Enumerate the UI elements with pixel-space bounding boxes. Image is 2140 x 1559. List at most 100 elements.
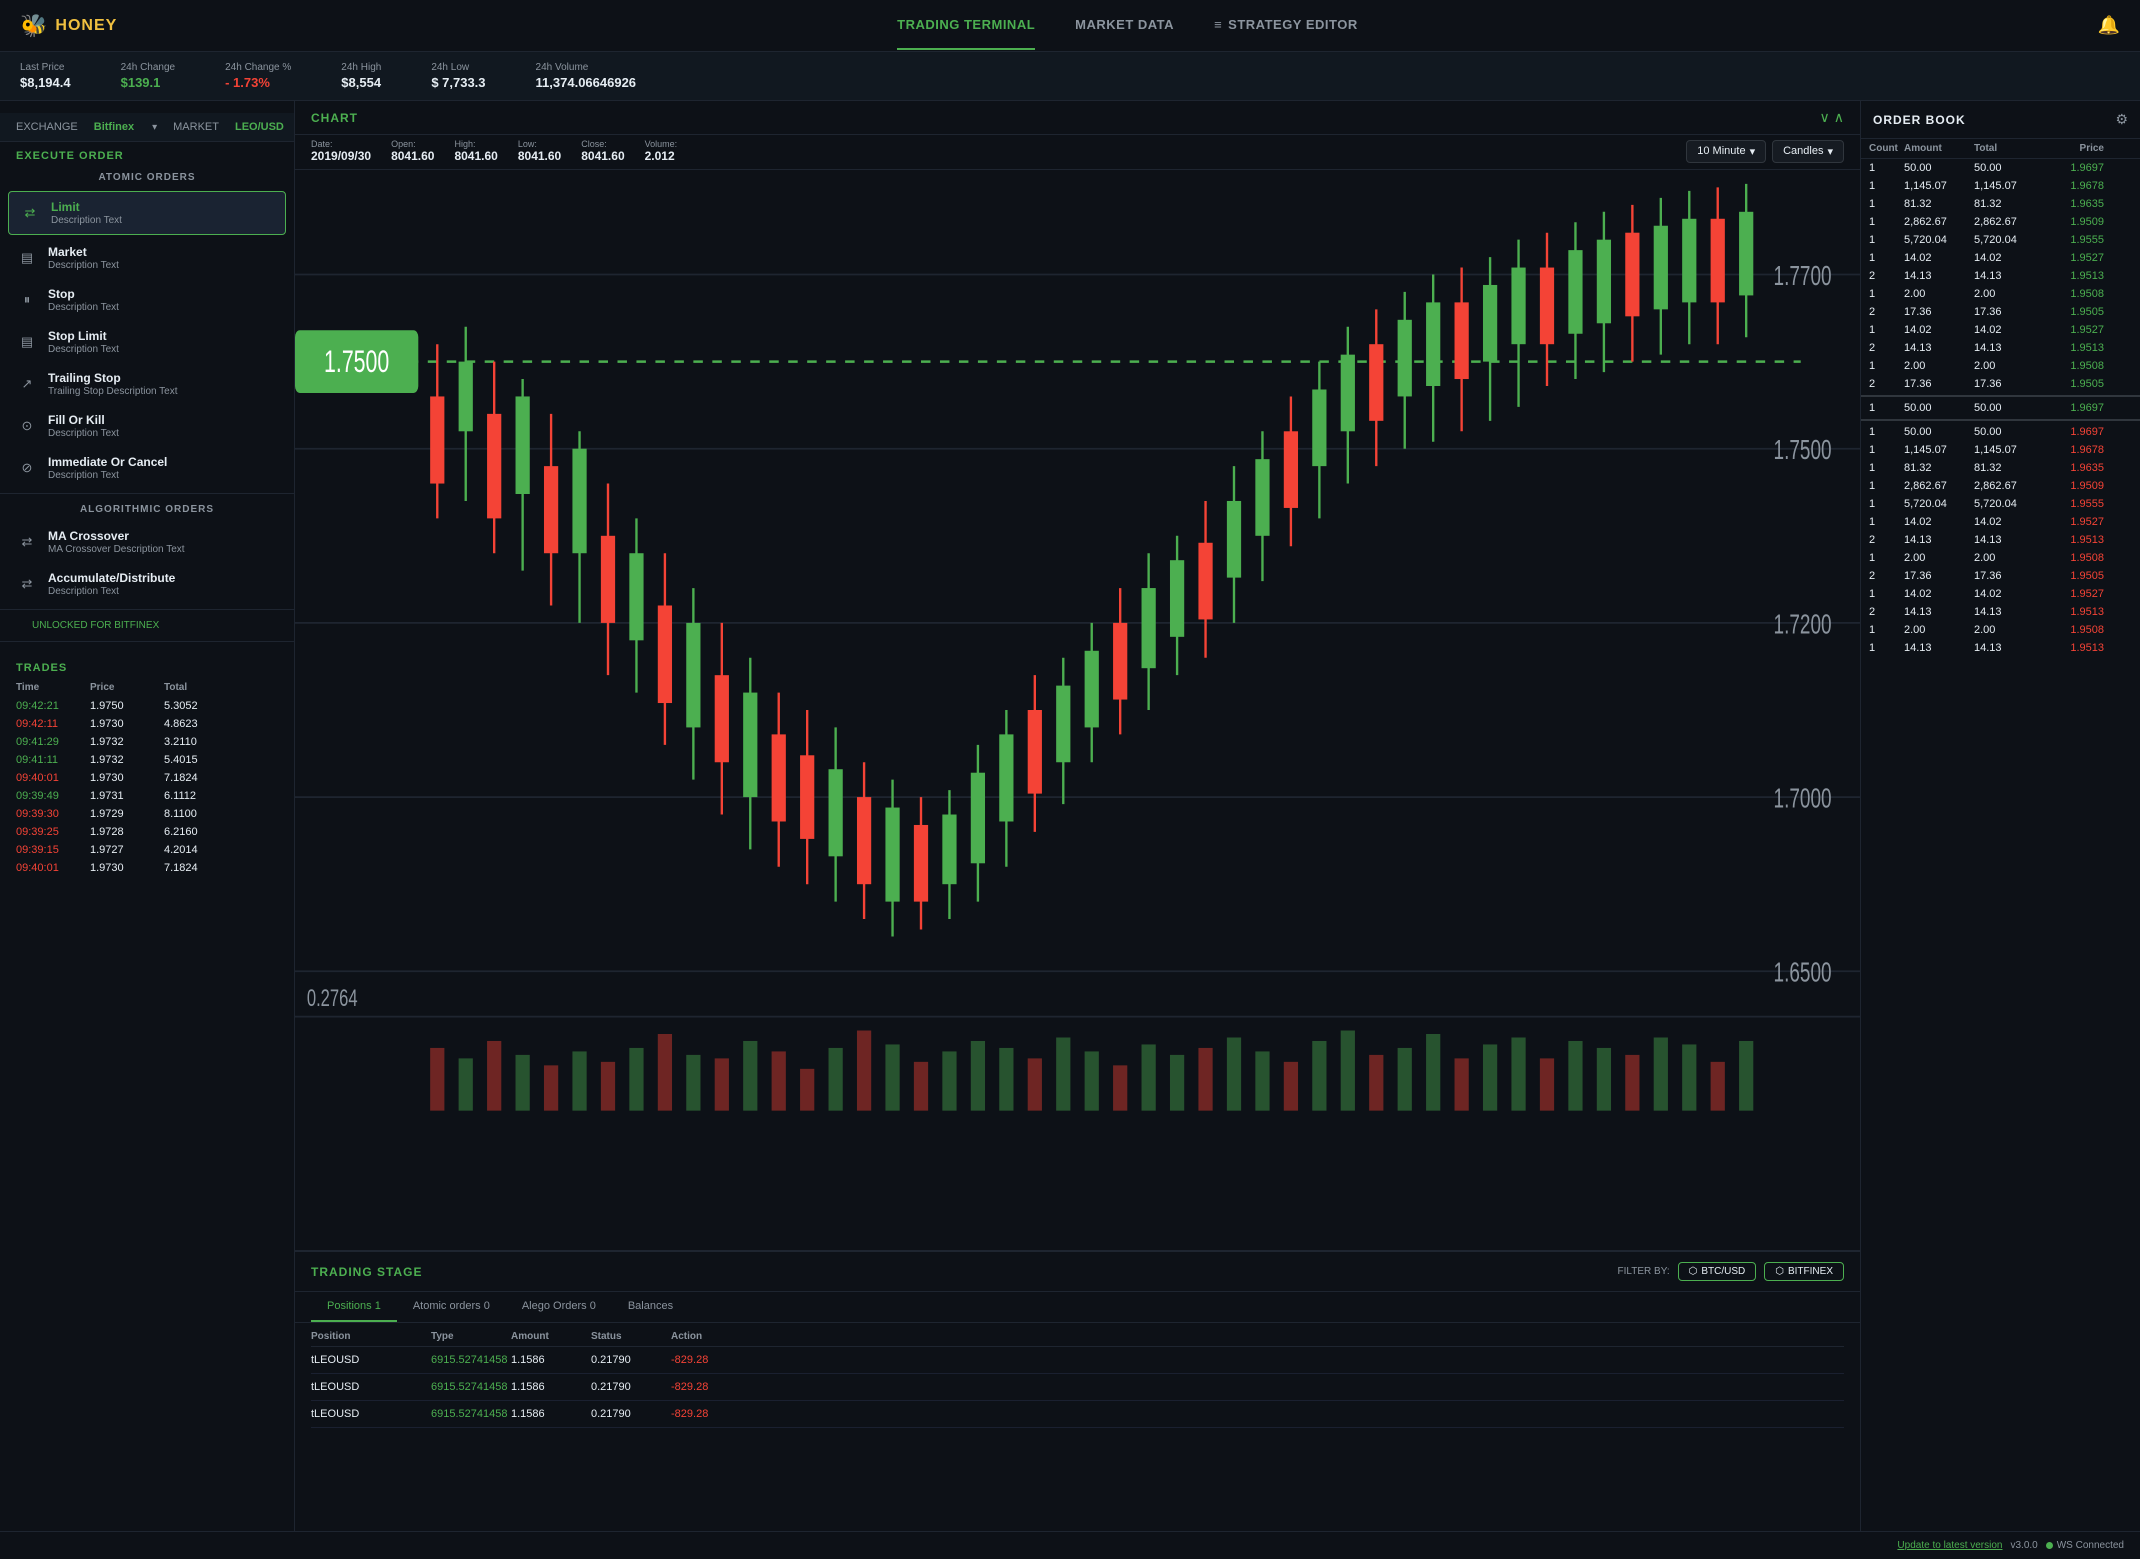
stop-text: Stop Description Text (48, 287, 119, 313)
high-value-chart: 8041.60 (454, 149, 497, 163)
low-value-chart: 8041.60 (518, 149, 561, 163)
svg-text:1.7200: 1.7200 (1774, 609, 1832, 641)
ob-price: 1.9527 (2044, 516, 2104, 528)
ma-crossover-desc: MA Crossover Description Text (48, 544, 185, 555)
order-item-market[interactable]: ▤ Market Description Text (0, 237, 294, 279)
limit-name: Limit (51, 200, 122, 214)
ob-total: 81.32 (1974, 462, 2044, 474)
ob-total: 1,145.07 (1974, 180, 2044, 192)
trades-title: TRADES (0, 654, 294, 678)
tab-positions[interactable]: Positions 1 (311, 1292, 397, 1322)
col-amount: Amount (511, 1331, 591, 1342)
trailing-stop-desc: Trailing Stop Description Text (48, 386, 178, 397)
tab-strategy-label: STRATEGY EDITOR (1228, 17, 1358, 32)
unlocked-text: UNLOCKED FOR BITFINEX (16, 618, 175, 633)
ob-price: 1.9505 (2044, 570, 2104, 582)
ohlcv-bar: Date: 2019/09/30 Open: 8041.60 High: 804… (295, 135, 1860, 170)
trades-col-time: Time (16, 682, 86, 693)
bell-icon[interactable]: 🔔 (2098, 15, 2120, 35)
accumulate-text: Accumulate/Distribute Description Text (48, 571, 175, 597)
order-item-stop-limit[interactable]: ▤ Stop Limit Description Text (0, 321, 294, 363)
ob-total: 81.32 (1974, 198, 2044, 210)
ob-count: 1 (1869, 324, 1904, 336)
ob-total: 17.36 (1974, 378, 2044, 390)
trade-total: 6.1112 (164, 790, 234, 802)
ob-count: 1 (1869, 642, 1904, 654)
trade-total: 4.8623 (164, 718, 234, 730)
change-label: 24h Change (121, 62, 176, 73)
last-price-value: $8,194.4 (20, 75, 71, 90)
timeframe-button[interactable]: 10 Minute ▾ (1686, 140, 1766, 163)
ob-row: 1 2,862.67 2,862.67 1.9509 (1861, 477, 2140, 495)
update-link[interactable]: Update to latest version (1897, 1540, 2002, 1551)
tab-strategy[interactable]: ≡ STRATEGY EDITOR (1214, 1, 1358, 50)
ob-row: 1 14.02 14.02 1.9527 (1861, 249, 2140, 267)
svg-text:1.6500: 1.6500 (1774, 957, 1832, 989)
tab-atomic-orders[interactable]: Atomic orders 0 (397, 1292, 506, 1322)
ob-amount: 1,145.07 (1904, 180, 1974, 192)
ob-price: 1.9697 (2044, 162, 2104, 174)
svg-text:1.7700: 1.7700 (1774, 260, 1832, 292)
stat-volume: 24h Volume 11,374.06646926 (536, 62, 637, 90)
ob-col-price: Price (2044, 143, 2104, 154)
order-item-fill-or-kill[interactable]: ⊙ Fill Or Kill Description Text (0, 405, 294, 447)
exchange-dropdown-icon[interactable]: ▾ (152, 122, 157, 133)
trade-price: 1.9727 (90, 844, 160, 856)
trade-row: 09:41:11 1.9732 5.4015 (0, 751, 294, 769)
trade-time: 09:40:01 (16, 772, 86, 784)
ob-price: 1.9635 (2044, 462, 2104, 474)
nav-tabs: TRADING TERMINAL MARKET DATA ≡ STRATEGY … (157, 1, 2097, 50)
chart-canvas[interactable]: 1.7500 1.7700 1.7500 1.7200 1.7000 1.650… (295, 170, 1860, 1250)
filter-btc-button[interactable]: ⬡ BTC/USD (1678, 1262, 1757, 1281)
trading-stage-title: TRADING STAGE (311, 1265, 422, 1279)
chart-expand-icon[interactable]: ∧ (1834, 109, 1844, 126)
ob-amount: 14.02 (1904, 252, 1974, 264)
ohlcv-date: Date: 2019/09/30 (311, 139, 371, 163)
exchange-label: EXCHANGE (16, 121, 78, 133)
stop-name: Stop (48, 287, 119, 301)
low-label-chart: Low: (518, 139, 561, 149)
ob-row: 1 2.00 2.00 1.9508 (1861, 357, 2140, 375)
limit-desc: Description Text (51, 215, 122, 226)
ob-total: 14.02 (1974, 516, 2044, 528)
ob-price: 1.9635 (2044, 198, 2104, 210)
stat-change: 24h Change $139.1 (121, 62, 176, 90)
market-value[interactable]: LEO/USD (235, 121, 284, 133)
center-panel: CHART ∨ ∧ Date: 2019/09/30 Open: 8041.60 (295, 101, 1860, 1531)
order-item-ma-crossover[interactable]: ⇄ MA Crossover MA Crossover Description … (0, 521, 294, 563)
tab-alego-orders[interactable]: Alego Orders 0 (506, 1292, 612, 1322)
volume-label: 24h Volume (536, 62, 637, 73)
trades-col-total: Total (164, 682, 234, 693)
candlestick-chart: 1.7500 1.7700 1.7500 1.7200 1.7000 1.650… (295, 170, 1860, 1250)
order-item-ioc[interactable]: ⊘ Immediate Or Cancel Description Text (0, 447, 294, 489)
ob-amount: 2,862.67 (1904, 216, 1974, 228)
positions-table: Position Type Amount Status Action tLEOU… (295, 1323, 1860, 1531)
timeframe-value: 10 Minute (1697, 145, 1745, 157)
tab-balances[interactable]: Balances (612, 1292, 689, 1322)
trade-total: 5.4015 (164, 754, 234, 766)
order-item-limit[interactable]: ⇄ Limit Description Text (8, 191, 286, 235)
order-item-stop[interactable]: ⏸ Stop Description Text (0, 279, 294, 321)
change-value: $139.1 (121, 75, 176, 90)
chart-arrows: ∨ ∧ (1820, 109, 1845, 126)
order-item-trailing-stop[interactable]: ↗ Trailing Stop Trailing Stop Descriptio… (0, 363, 294, 405)
exchange-value[interactable]: Bitfinex (94, 121, 134, 133)
filter-btc-label: BTC/USD (1701, 1266, 1745, 1277)
ob-price: 1.9513 (2044, 534, 2104, 546)
ob-amount: 14.13 (1904, 342, 1974, 354)
tab-market[interactable]: MARKET DATA (1075, 1, 1174, 50)
chart-collapse-icon[interactable]: ∨ (1820, 109, 1830, 126)
ob-row: 1 14.13 14.13 1.9513 (1861, 639, 2140, 657)
order-item-accumulate[interactable]: ⇄ Accumulate/Distribute Description Text (0, 563, 294, 605)
stop-limit-desc: Description Text (48, 344, 119, 355)
tab-trading[interactable]: TRADING TERMINAL (897, 1, 1035, 50)
gear-icon[interactable]: ⚙ (2115, 111, 2128, 128)
last-price-label: Last Price (20, 62, 71, 73)
order-book-rows[interactable]: 1 50.00 50.00 1.9697 1 1,145.07 1,145.07… (1861, 159, 2140, 1531)
ob-price: 1.9513 (2044, 270, 2104, 282)
nav-right: 🔔 (2098, 15, 2120, 36)
filter-bitfinex-button[interactable]: ⬡ BITFINEX (1764, 1262, 1844, 1281)
trade-price: 1.9729 (90, 808, 160, 820)
chart-type-button[interactable]: Candles ▾ (1772, 140, 1844, 163)
change-pct-label: 24h Change % (225, 62, 291, 73)
